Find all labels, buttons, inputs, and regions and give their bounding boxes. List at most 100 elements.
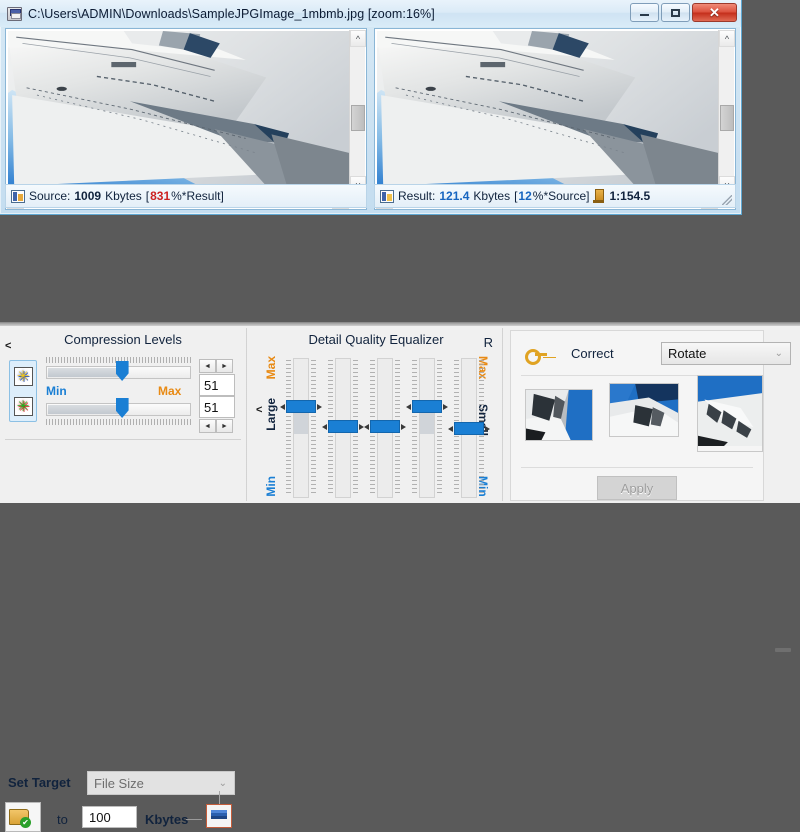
result-bracket-open: [ — [514, 189, 518, 203]
source-size-value: 1009 — [74, 189, 102, 203]
tool-panel: < Compression Levels ✳ ✳ ◄ ► 51 Min Max — [0, 322, 800, 832]
correct-label: Correct — [571, 346, 614, 361]
target-mode-dropdown[interactable]: File Size ⌄ — [87, 771, 235, 795]
apply-target-button[interactable] — [206, 804, 232, 828]
eq-ticks-right — [437, 360, 442, 496]
compression-ratio-value: 1:154.5 — [609, 189, 651, 203]
result-status-bar: Result: 121.4 Kbytes [ 12 %*Source] 1:15… — [374, 184, 736, 208]
source-label: Source: — [29, 189, 71, 203]
rotate-thumb-90-icon — [526, 390, 592, 440]
source-wing-photo — [8, 31, 349, 186]
correct-mode-dropdown[interactable]: Rotate ⌄ — [661, 342, 791, 365]
title-bar[interactable]: C:\Users\ADMIN\Downloads\SampleJPGImage_… — [0, 0, 741, 27]
eq-band-4[interactable] — [406, 358, 448, 498]
to-label: to — [57, 812, 68, 827]
eq-thumb[interactable] — [406, 400, 448, 413]
eq-thumb[interactable] — [364, 420, 406, 433]
result-size-unit: Kbytes — [473, 189, 511, 203]
correct-panel: Correct Rotate ⌄ Apply — [506, 326, 791, 503]
eq-band-1[interactable] — [280, 358, 322, 498]
result-info-icon — [380, 189, 394, 203]
bottom-slider-ticks — [46, 419, 191, 425]
result-wing-photo — [377, 31, 718, 186]
scroll-thumb[interactable] — [351, 104, 365, 131]
eq-left-max-label: Max — [264, 356, 278, 380]
result-size-value: 121.4 — [439, 189, 470, 203]
scroll-up-icon[interactable]: ^ — [719, 30, 735, 47]
eq-band-5[interactable] — [448, 358, 490, 498]
right-scroll-thumb[interactable] — [775, 648, 791, 652]
chrominance-slider[interactable] — [46, 398, 191, 418]
spin-left-icon[interactable]: ◄ — [199, 419, 216, 433]
image-compressor-window: C:\Users\ADMIN\Downloads\SampleJPGImage_… — [0, 0, 742, 215]
source-percent-value: 831 — [150, 189, 171, 203]
minimize-button[interactable] — [630, 3, 659, 22]
min-label: Min — [46, 384, 67, 398]
result-vertical-scrollbar[interactable]: ^ v — [718, 30, 735, 193]
maximize-button[interactable] — [661, 3, 690, 22]
result-image-pane: ^ v ‹ › — [374, 28, 736, 210]
eq-ticks-left — [412, 360, 417, 496]
chrominance-spinner[interactable]: ◄ ► — [199, 419, 233, 433]
rotate-option-3[interactable] — [697, 375, 763, 453]
result-image-viewport[interactable] — [377, 31, 718, 192]
close-button[interactable]: ✕ — [692, 3, 737, 22]
equalizer-collapse-chevron-icon[interactable]: < — [256, 404, 262, 416]
compression-mode-icons[interactable]: ✳ ✳ — [9, 360, 37, 422]
spin-right-icon[interactable]: ► — [216, 359, 233, 373]
resize-grip[interactable] — [722, 195, 732, 205]
slider-fill — [48, 368, 121, 377]
rotate-thumb-180-icon — [610, 384, 678, 436]
rotate-option-2[interactable] — [609, 383, 679, 437]
source-info-icon — [11, 189, 25, 203]
target-connector-line — [219, 791, 220, 805]
eq-band-3[interactable] — [364, 358, 406, 498]
eq-band-2[interactable] — [322, 358, 364, 498]
rotate-option-1[interactable] — [525, 389, 593, 441]
target-link-line — [186, 819, 202, 820]
collapse-left-chevron-icon[interactable]: < — [5, 340, 11, 352]
source-vertical-scrollbar[interactable]: ^ v — [349, 30, 366, 193]
panel-divider-2 — [502, 328, 504, 501]
target-mode-value: File Size — [94, 775, 144, 791]
slider-fill — [48, 405, 121, 414]
scroll-thumb[interactable] — [720, 104, 734, 131]
spin-left-icon[interactable]: ◄ — [199, 359, 216, 373]
source-image-pane: ^ v ‹ › — [5, 28, 367, 210]
set-target-label: Set Target — [8, 775, 71, 790]
source-bracket-open: [ — [145, 189, 150, 203]
result-label: Result: — [398, 189, 436, 203]
compression-ratio-icon — [593, 189, 605, 203]
window-title: C:\Users\ADMIN\Downloads\SampleJPGImage_… — [28, 6, 435, 21]
target-size-input[interactable]: 100 — [82, 806, 137, 828]
luminance-slider[interactable] — [46, 361, 191, 381]
luminance-spinner[interactable]: ◄ ► — [199, 359, 233, 373]
panel-divider-1 — [246, 328, 248, 501]
eq-thumb[interactable] — [280, 400, 322, 413]
spin-right-icon[interactable]: ► — [216, 419, 233, 433]
result-percent-value: 12 — [518, 189, 532, 203]
correct-mode-value: Rotate — [668, 346, 707, 361]
eq-thumb[interactable] — [322, 420, 364, 433]
eq-ticks-right — [311, 360, 316, 496]
scroll-up-icon[interactable]: ^ — [350, 30, 366, 47]
window-controls: ✕ — [630, 3, 737, 22]
max-label: Max — [158, 384, 182, 398]
close-icon: ✕ — [709, 5, 720, 20]
chevron-down-icon: ⌄ — [774, 348, 783, 359]
image-file-icon — [7, 6, 22, 21]
apply-button[interactable]: Apply — [597, 476, 677, 500]
chrominance-star-icon[interactable]: ✳ — [13, 396, 33, 416]
status-bars: Source: 1009 Kbytes [ 831 %*Result] Resu… — [5, 184, 736, 208]
maximize-icon — [671, 8, 680, 17]
eq-left-min-label: Min — [264, 476, 278, 497]
detail-quality-equalizer-panel: Detail Quality Equalizer R < Max Large M… — [250, 326, 502, 503]
chrominance-value[interactable]: 51 — [199, 396, 235, 418]
luminance-star-icon[interactable]: ✳ — [13, 366, 33, 386]
equalizer-r-label: R — [483, 335, 493, 350]
eq-left-large-label: Large — [264, 398, 278, 431]
source-image-viewport[interactable] — [8, 31, 349, 192]
luminance-value[interactable]: 51 — [199, 374, 235, 396]
correct-separator-bottom — [521, 467, 753, 468]
eq-thumb[interactable] — [448, 422, 490, 435]
